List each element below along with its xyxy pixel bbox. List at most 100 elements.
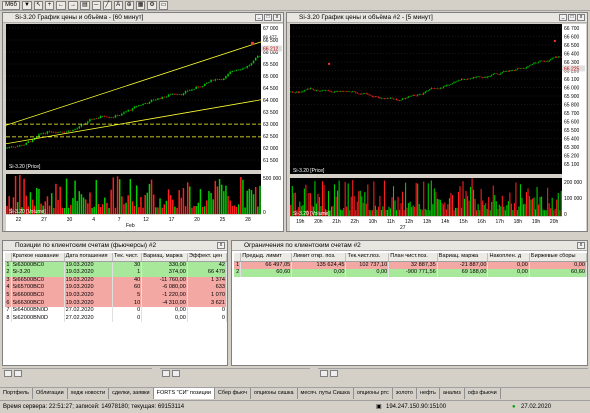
maximize-icon[interactable]: □: [264, 14, 272, 21]
column-header[interactable]: Предыд. лимит: [240, 253, 293, 262]
table-row[interactable]: 1 Si63000BC0 19.03.2020 30 330,00 42: [5, 261, 228, 270]
workspace-tab[interactable]: Сбер фьюч: [215, 388, 251, 399]
workspace-tab[interactable]: Портфель: [0, 388, 33, 399]
column-header[interactable]: Дата погашения: [64, 253, 114, 262]
candle-body: [53, 132, 55, 133]
candle-body: [74, 129, 76, 130]
close-icon[interactable]: x: [217, 242, 225, 249]
add-icon[interactable]: +: [44, 0, 54, 10]
restore-icon[interactable]: [172, 369, 180, 377]
candle-body: [374, 96, 376, 97]
volume-bar: [521, 197, 523, 216]
candle-body: [465, 79, 467, 80]
cursor-icon[interactable]: ↖: [33, 0, 43, 10]
candle-body: [365, 93, 367, 94]
window-icon[interactable]: [162, 369, 170, 377]
column-header[interactable]: Вариац. маржа: [437, 253, 489, 262]
column-header[interactable]: Эффект. цен: [187, 253, 228, 262]
x-tick-label: 13h: [423, 219, 432, 225]
table-row[interactable]: 5 Si66000BC0 19.03.2020 5 -1 220,00 1 070: [5, 291, 228, 300]
workspace-tab[interactable]: анализ: [440, 388, 465, 399]
volume-bar: [495, 201, 497, 216]
instrument-selector[interactable]: M6б: [2, 0, 20, 10]
table-row[interactable]: 1 66 497,05 135 624,45 102 737,10 32 887,35-…: [234, 261, 588, 270]
column-header[interactable]: Вариац. маржа: [141, 253, 188, 262]
volume-bar: [116, 176, 119, 214]
workspace-tab[interactable]: Облигации: [33, 388, 68, 399]
close-icon[interactable]: x: [577, 14, 585, 21]
table-cell: 0: [187, 307, 228, 315]
column-header[interactable]: Краткое название: [11, 253, 65, 262]
candle-body: [167, 94, 170, 97]
table-row[interactable]: 2 Si-3.20 19.03.2020 1 374,00 66 479: [5, 269, 228, 277]
grid-icon[interactable]: ▦: [135, 0, 146, 10]
arrow-icon[interactable]: ▼: [22, 0, 32, 10]
table-row[interactable]: 4 Si65700BC0 19.03.2020 60 -6 080,00 633: [5, 284, 228, 292]
column-header[interactable]: Накоплен. д: [487, 253, 530, 262]
maximize-icon[interactable]: □: [568, 14, 576, 21]
candle-body: [376, 96, 378, 97]
window-icon[interactable]: [320, 369, 328, 377]
volume-bar: [488, 196, 490, 216]
minimize-icon[interactable]: _: [559, 14, 567, 21]
status-bar: Время сервера: 22:51:27; записей: 149781…: [0, 400, 590, 413]
workspace-tab[interactable]: нефть: [417, 388, 440, 399]
workspace-tab[interactable]: месяч. путы Сишка: [298, 388, 354, 399]
candle-body: [146, 103, 149, 104]
left-icon[interactable]: ←: [55, 0, 66, 10]
close-icon[interactable]: x: [577, 242, 585, 249]
candle-body: [138, 105, 140, 107]
candle-body: [503, 70, 505, 72]
workspace-tab[interactable]: золото: [393, 388, 417, 399]
trend-icon[interactable]: ╱: [102, 0, 112, 10]
chart-60min[interactable]: 67 00066 50066 00065 50065 00064 50064 0…: [6, 24, 283, 231]
candle-body: [385, 98, 387, 100]
column-header[interactable]: План чист.поз.: [388, 253, 438, 262]
volume-bar: [471, 178, 473, 216]
settings-icon[interactable]: ⚙: [147, 0, 157, 10]
print-icon[interactable]: ▭: [158, 0, 169, 10]
workspace-tab[interactable]: офз фьючи: [465, 388, 501, 399]
table-row[interactable]: 6 Si66300BC0 19.03.2020 10 -4 310,00 3 621: [5, 299, 228, 308]
text-icon[interactable]: A: [113, 0, 123, 10]
chart-5min[interactable]: 66 70066 60066 50066 40066 30066 20066 1…: [290, 24, 586, 231]
volume-bar: [420, 209, 422, 216]
minimize-icon[interactable]: _: [255, 14, 263, 21]
workspace-tab[interactable]: хедж новости: [68, 388, 110, 399]
workspace-tab[interactable]: сделки, заявки: [109, 388, 154, 399]
restore-icon[interactable]: [14, 369, 22, 377]
restore-icon[interactable]: [330, 369, 338, 377]
candle-body: [78, 126, 81, 129]
close-icon[interactable]: x: [273, 14, 281, 21]
x-sub-label: Feb: [126, 223, 135, 229]
column-header[interactable]: Тек.чист.поз.: [345, 253, 390, 262]
table-row[interactable]: 3 Si66500BC0 19.03.2020 40 -11 760,00 1 374: [5, 276, 228, 285]
limits-table: Предыд. лимит Лимит откр. поз. Тек.чист.по…: [234, 253, 588, 277]
volume-bar: [557, 192, 559, 216]
table-row[interactable]: 8 Si62000BN0D 27.02.2020 0 0,00 0: [5, 314, 228, 323]
workspace-tab[interactable]: опционы ртс: [354, 388, 393, 399]
x-tick-label: 21h: [332, 219, 341, 225]
right-icon[interactable]: →: [67, 0, 78, 10]
zoom-icon[interactable]: ⊕: [124, 0, 134, 10]
volume-bar: [259, 185, 261, 214]
table-row[interactable]: 7 Si64000BN0D 27.02.2020 0 0,00 0: [5, 307, 228, 315]
column-header[interactable]: Лимит откр. поз.: [291, 253, 347, 262]
volume-bar: [519, 184, 521, 216]
volume-bar: [108, 207, 110, 214]
workspace-tab[interactable]: FORTS "СИ" позиции: [153, 388, 215, 399]
candle-body: [341, 91, 343, 92]
chart-icon[interactable]: ▤: [79, 0, 90, 10]
workspace-tab[interactable]: опционы сишка: [251, 388, 298, 399]
column-header[interactable]: Биржевые сборы: [529, 253, 588, 262]
candle-body: [554, 56, 556, 58]
column-header[interactable]: [234, 253, 242, 262]
table-row[interactable]: 2 60,60 0,00 0,00 -900 771,56 69 188,00 0,00 60…: [234, 269, 588, 277]
window-icon[interactable]: [4, 369, 12, 377]
hline-icon[interactable]: ─: [91, 0, 101, 10]
volume-bar: [240, 177, 242, 214]
table-cell: 66 497,05: [240, 261, 293, 270]
y-tick-label: 65 600: [564, 120, 580, 126]
candle-body: [72, 129, 74, 132]
column-header[interactable]: Тек. чист.: [112, 253, 143, 262]
